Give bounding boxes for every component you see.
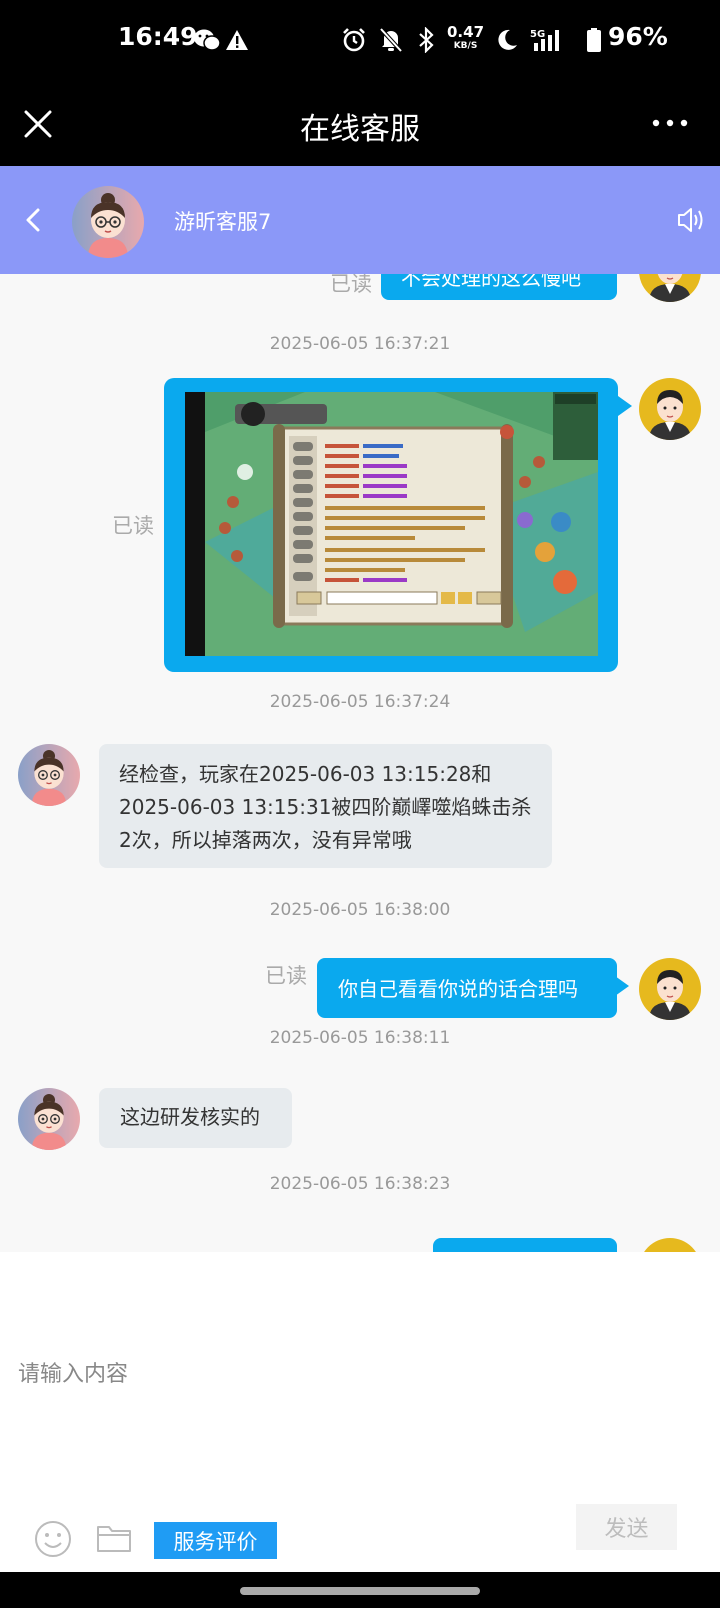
outgoing-message[interactable]: 你自己看看你说的话合理吗 bbox=[317, 958, 629, 1018]
battery-icon bbox=[584, 24, 604, 56]
page-title: 在线客服 bbox=[300, 112, 420, 147]
read-status: 已读 bbox=[330, 274, 372, 296]
emoji-icon[interactable] bbox=[34, 1520, 72, 1558]
read-status: 已读 bbox=[265, 964, 307, 988]
message-composer: 请输入内容 服务评价 发送 bbox=[0, 1252, 720, 1572]
message-text-line: 经检查，玩家在2025-06-03 13:15:28和 bbox=[119, 762, 492, 786]
incoming-message[interactable]: 这边研发核实的 bbox=[99, 1088, 292, 1148]
message-timestamp: 2025-06-05 16:38:00 bbox=[269, 900, 451, 920]
game-screenshot-image[interactable] bbox=[185, 392, 598, 656]
agent-avatar bbox=[18, 1088, 80, 1150]
outgoing-image-message[interactable] bbox=[164, 378, 632, 672]
user-avatar bbox=[639, 378, 701, 440]
folder-icon[interactable] bbox=[96, 1522, 132, 1554]
agent-name: 游昕客服7 bbox=[174, 210, 272, 234]
warning-icon bbox=[224, 24, 250, 56]
message-timestamp: 2025-06-05 16:37:21 bbox=[269, 334, 451, 354]
status-bar: 16:49 0.47 KB/S 5G 96% bbox=[0, 0, 720, 82]
alarm-icon bbox=[340, 24, 368, 56]
service-rating-button[interactable]: 服务评价 bbox=[154, 1522, 277, 1559]
user-avatar bbox=[639, 958, 701, 1020]
net-speed-unit: KB/S bbox=[453, 41, 478, 51]
svg-text:5G: 5G bbox=[530, 29, 545, 40]
message-timestamp: 2025-06-05 16:38:11 bbox=[269, 1028, 451, 1048]
send-button[interactable]: 发送 bbox=[576, 1504, 677, 1550]
read-status: 已读 bbox=[112, 514, 154, 538]
outgoing-message[interactable]: 不会处理的这么慢吧 bbox=[381, 274, 617, 300]
message-text-line: 2次，所以掉落两次，没有异常哦 bbox=[119, 828, 412, 852]
wechat-icon bbox=[192, 24, 222, 56]
system-nav-bar bbox=[0, 1572, 720, 1608]
speaker-icon[interactable] bbox=[676, 204, 706, 236]
mute-icon bbox=[378, 24, 404, 56]
status-time: 16:49 bbox=[118, 22, 198, 51]
more-icon[interactable] bbox=[650, 112, 690, 134]
moon-icon bbox=[494, 24, 520, 56]
outgoing-message[interactable] bbox=[433, 1238, 617, 1252]
message-input[interactable]: 请输入内容 bbox=[18, 1356, 128, 1388]
chat-header: 游昕客服7 bbox=[0, 166, 720, 274]
back-icon[interactable] bbox=[18, 202, 48, 238]
message-text: 这边研发核实的 bbox=[120, 1105, 260, 1129]
battery-percent: 96% bbox=[608, 22, 668, 51]
net-speed: 0.47 KB/S bbox=[447, 25, 484, 53]
user-avatar bbox=[639, 274, 701, 302]
user-avatar bbox=[639, 1238, 701, 1252]
chat-message-list[interactable]: 已读 不会处理的这么慢吧 2025-06-05 16:37:21 已读 2025… bbox=[0, 274, 720, 1252]
agent-avatar bbox=[18, 744, 80, 806]
net-speed-value: 0.47 bbox=[447, 23, 485, 41]
incoming-message[interactable]: 经检查，玩家在2025-06-03 13:15:28和 2025-06-03 1… bbox=[99, 744, 552, 868]
message-text-line: 2025-06-03 13:15:31被四阶巅嶧噬焰蛛击杀 bbox=[119, 795, 532, 819]
agent-avatar bbox=[72, 186, 144, 258]
home-gesture-handle[interactable] bbox=[240, 1587, 480, 1595]
message-timestamp: 2025-06-05 16:38:23 bbox=[269, 1174, 451, 1194]
signal-5g-icon: 5G bbox=[528, 24, 568, 56]
message-text: 你自己看看你说的话合理吗 bbox=[338, 977, 578, 1001]
title-bar: 在线客服 bbox=[0, 82, 720, 166]
bluetooth-icon bbox=[416, 24, 436, 56]
message-text: 不会处理的这么慢吧 bbox=[401, 274, 581, 290]
message-timestamp: 2025-06-05 16:37:24 bbox=[269, 692, 451, 712]
